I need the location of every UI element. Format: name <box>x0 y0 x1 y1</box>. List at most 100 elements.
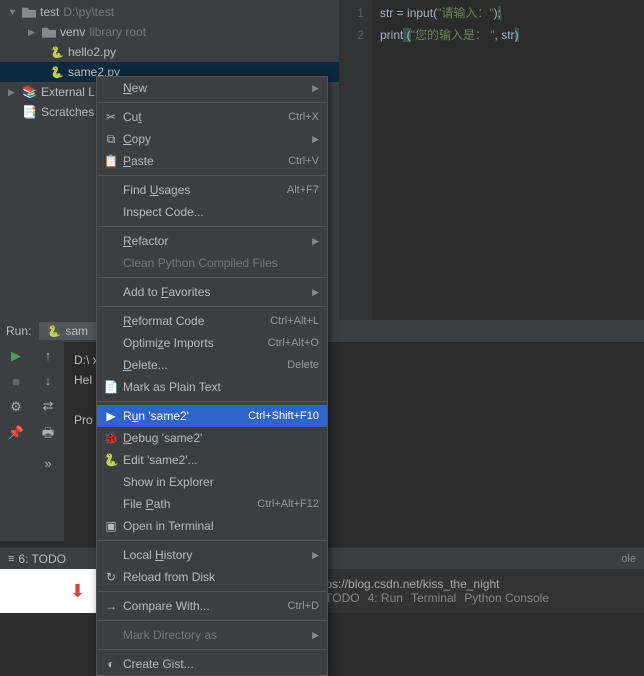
submenu-arrow-icon: ▶ <box>312 630 319 641</box>
venv-folder[interactable]: ▶ venv library root <box>0 22 339 42</box>
menu-item-find-usages[interactable]: Find UsagesAlt+F7 <box>97 179 327 201</box>
menu-label: Debug 'same2' <box>119 431 319 445</box>
menu-separator <box>97 620 327 621</box>
download-icon[interactable]: ⬇ <box>70 581 85 602</box>
menu-item-optimize-imports[interactable]: Optimize ImportsCtrl+Alt+O <box>97 332 327 354</box>
collapse-arrow-icon: ▶ <box>8 87 18 98</box>
menu-item-reload-from-disk[interactable]: ↻Reload from Disk <box>97 566 327 588</box>
menu-item-open-in-terminal[interactable]: ▣Open in Terminal <box>97 515 327 537</box>
menu-icon: → <box>103 599 119 613</box>
menu-item-local-history[interactable]: Local History▶ <box>97 544 327 566</box>
context-menu[interactable]: New▶✂CutCtrl+X⧉Copy▶📋PasteCtrl+VFind Usa… <box>96 76 328 676</box>
menu-item-run-same2[interactable]: ▶Run 'same2'Ctrl+Shift+F10 <box>97 405 327 427</box>
submenu-arrow-icon: ▶ <box>312 83 319 94</box>
submenu-arrow-icon: ▶ <box>312 134 319 145</box>
menu-label: Run 'same2' <box>119 409 248 423</box>
menu-separator <box>97 175 327 176</box>
menu-label: Optimize Imports <box>119 336 268 350</box>
down-icon[interactable]: ↓ <box>45 373 52 388</box>
menu-shortcut: Ctrl+D <box>288 600 319 612</box>
menu-label: Paste <box>119 154 288 168</box>
project-name: test <box>40 5 59 19</box>
menu-label: Show in Explorer <box>119 475 319 489</box>
menu-label: Delete... <box>119 358 287 372</box>
menu-shortcut: Ctrl+Alt+L <box>270 315 319 327</box>
print-icon[interactable]: 🖶 <box>42 424 54 446</box>
menu-separator <box>97 306 327 307</box>
python-file-icon <box>50 65 64 79</box>
menu-item-cut[interactable]: ✂CutCtrl+X <box>97 106 327 128</box>
menu-shortcut: Delete <box>287 359 319 371</box>
menu-item-file-path[interactable]: File PathCtrl+Alt+F12 <box>97 493 327 515</box>
menu-label: File Path <box>119 497 257 511</box>
folder-icon <box>22 5 36 19</box>
submenu-arrow-icon: ▶ <box>312 236 319 247</box>
menu-separator <box>97 649 327 650</box>
menu-item-delete[interactable]: Delete...Delete <box>97 354 327 376</box>
menu-item-edit-same2[interactable]: 🐍Edit 'same2'... <box>97 449 327 471</box>
file-hello2[interactable]: hello2.py <box>0 42 339 62</box>
menu-icon: ↻ <box>103 570 119 584</box>
menu-item-paste[interactable]: 📋PasteCtrl+V <box>97 150 327 172</box>
menu-shortcut: Ctrl+V <box>288 155 319 167</box>
menu-label: Inspect Code... <box>119 205 319 219</box>
menu-item-refactor[interactable]: Refactor▶ <box>97 230 327 252</box>
todo-tab[interactable]: ≡ 6: TODO <box>8 552 66 566</box>
menu-item-clean-python-compiled-files: Clean Python Compiled Files <box>97 252 327 274</box>
menu-separator <box>97 226 327 227</box>
menu-icon: 📄 <box>103 380 119 394</box>
menu-item-inspect-code[interactable]: Inspect Code... <box>97 201 327 223</box>
menu-label: New <box>119 81 312 95</box>
menu-icon: ▶ <box>103 409 119 423</box>
library-icon: 📚 <box>22 85 37 99</box>
menu-label: Reload from Disk <box>119 570 319 584</box>
line-gutter: 1 2 <box>340 0 372 340</box>
code-editor[interactable]: 1 2 str = input("请输入：");print ("您的输入是： "… <box>340 0 644 340</box>
menu-label: Create Gist... <box>119 657 319 671</box>
venv-hint: library root <box>89 25 146 39</box>
menu-label: Compare With... <box>119 599 288 613</box>
project-root[interactable]: ▼ test D:\py\test <box>0 2 339 22</box>
run-toolbar-right: ↑ ↓ ⇄ 🖶 » <box>32 342 64 541</box>
run-tab[interactable]: sam <box>39 322 96 340</box>
menu-icon: 📋 <box>103 154 119 168</box>
menu-separator <box>97 591 327 592</box>
menu-label: Add to Favorites <box>119 285 312 299</box>
menu-label: Open in Terminal <box>119 519 319 533</box>
menu-shortcut: Ctrl+Alt+F12 <box>257 498 319 510</box>
menu-item-reformat-code[interactable]: Reformat CodeCtrl+Alt+L <box>97 310 327 332</box>
menu-shortcut: Alt+F7 <box>287 184 319 196</box>
wrap-icon[interactable]: ⇄ <box>43 398 54 414</box>
menu-shortcut: Ctrl+X <box>288 111 319 123</box>
menu-item-mark-as-plain-text[interactable]: 📄Mark as Plain Text <box>97 376 327 398</box>
menu-item-new[interactable]: New▶ <box>97 77 327 99</box>
menu-icon: ⧉ <box>103 132 119 147</box>
run-label: Run: <box>6 324 31 338</box>
menu-label: Find Usages <box>119 183 287 197</box>
menu-item-add-to-favorites[interactable]: Add to Favorites▶ <box>97 281 327 303</box>
menu-icon: ◐ <box>103 657 119 671</box>
run-toolbar-left: ▶ ■ ⚙ 📌 <box>0 342 32 541</box>
menu-item-copy[interactable]: ⧉Copy▶ <box>97 128 327 150</box>
menu-label: Mark Directory as <box>119 628 312 642</box>
menu-label: Cut <box>119 110 288 124</box>
menu-separator <box>97 102 327 103</box>
expand-arrow-icon: ▼ <box>8 7 18 17</box>
more-icon[interactable]: » <box>44 456 51 471</box>
up-icon[interactable]: ↑ <box>45 348 52 363</box>
menu-item-debug-same2[interactable]: 🐞Debug 'same2' <box>97 427 327 449</box>
python-file-icon <box>50 45 64 59</box>
menu-icon: ▣ <box>103 519 119 533</box>
menu-item-show-in-explorer[interactable]: Show in Explorer <box>97 471 327 493</box>
stop-icon[interactable]: ■ <box>12 374 20 389</box>
menu-label: Copy <box>119 132 312 146</box>
run-icon[interactable]: ▶ <box>11 348 21 364</box>
pin-icon[interactable]: 📌 <box>8 425 24 441</box>
menu-item-create-gist[interactable]: ◐Create Gist... <box>97 653 327 675</box>
menu-icon: 🐞 <box>103 431 119 445</box>
menu-separator <box>97 540 327 541</box>
menu-separator <box>97 277 327 278</box>
menu-item-compare-with[interactable]: →Compare With...Ctrl+D <box>97 595 327 617</box>
overlay-strip: https://blog.csdn.net/kiss_the_night 6: … <box>304 569 644 613</box>
settings-icon[interactable]: ⚙ <box>10 399 22 415</box>
